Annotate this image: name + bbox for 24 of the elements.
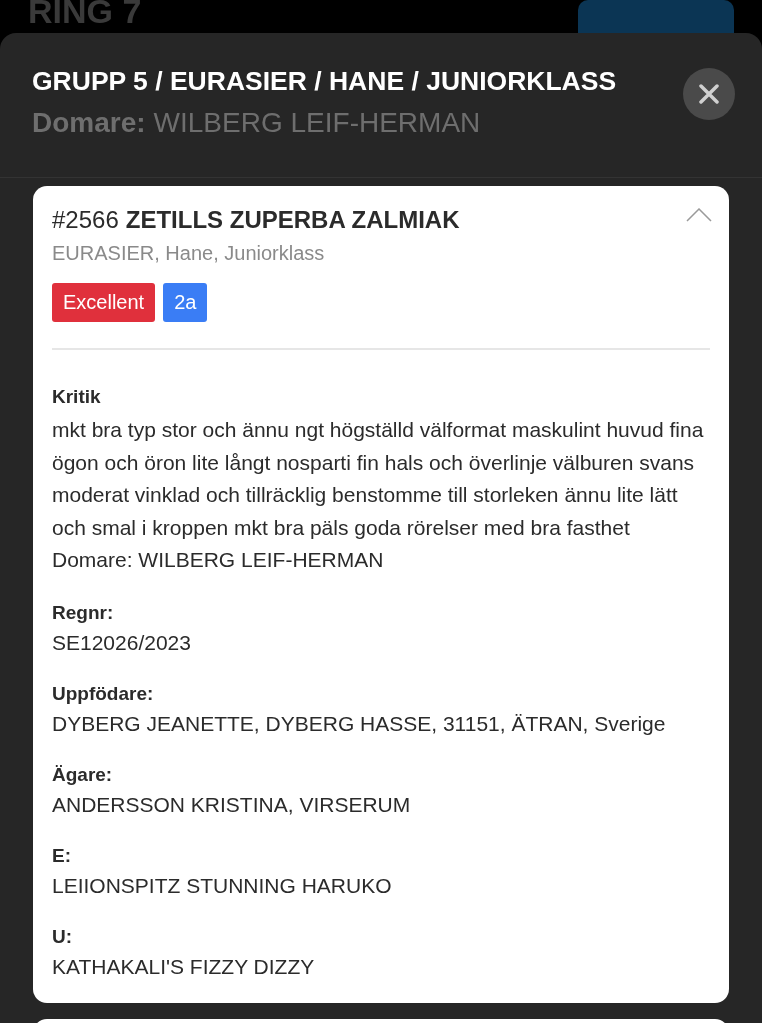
close-icon	[699, 84, 719, 104]
modal-title: GRUPP 5 / EURASIER / HANE / JUNIORKLASS	[32, 65, 617, 98]
field-value: KATHAKALI'S FIZZY DIZZY	[52, 953, 316, 980]
field-label: Uppfödare:	[52, 681, 155, 706]
judge-name: WILBERG LEIF-HERMAN	[153, 106, 481, 140]
field-label: U:	[52, 924, 74, 949]
entry-number: #2566	[52, 205, 119, 235]
field-label: Regnr:	[52, 600, 115, 625]
field-value: DYBERG JEANETTE, DYBERG HASSE, 31151, ÄTRAN, Sverige	[52, 710, 667, 737]
entry-name: ZETILLS ZUPERBA ZALMIAK	[125, 205, 460, 235]
result-badge: 2a	[163, 283, 208, 322]
field-label: Kritik	[52, 385, 102, 409]
field-value: mkt bra typ stor och ännu ngt högställd välformat maskulint huvud fina ögon och öron lite långt nosparti fin hals och överlinje välburen svans moderat vinklad och tillräcklig benstomme till storleken ännu lite lätt och smal i kroppen mkt bra päls goda rörelser med bra fasthet Domare: WILBERG LEIF-HERMAN	[52, 417, 705, 573]
chevron-up-icon[interactable]	[686, 208, 712, 222]
result-badge: Excellent	[52, 283, 156, 322]
judge-label: Domare:	[32, 106, 146, 140]
field-label: Ägare:	[52, 762, 114, 787]
field-value: ANDERSSON KRISTINA, VIRSERUM	[52, 791, 412, 818]
entry-details: EURASIER, Hane, Juniorklass	[52, 241, 326, 266]
field-value: SE12026/2023	[52, 629, 192, 656]
page-heading: RING 7	[28, 0, 142, 28]
close-button[interactable]	[683, 68, 735, 120]
field-value: LEIIONSPITZ STUNNING HARUKO	[52, 872, 393, 899]
field-label: E:	[52, 843, 72, 868]
